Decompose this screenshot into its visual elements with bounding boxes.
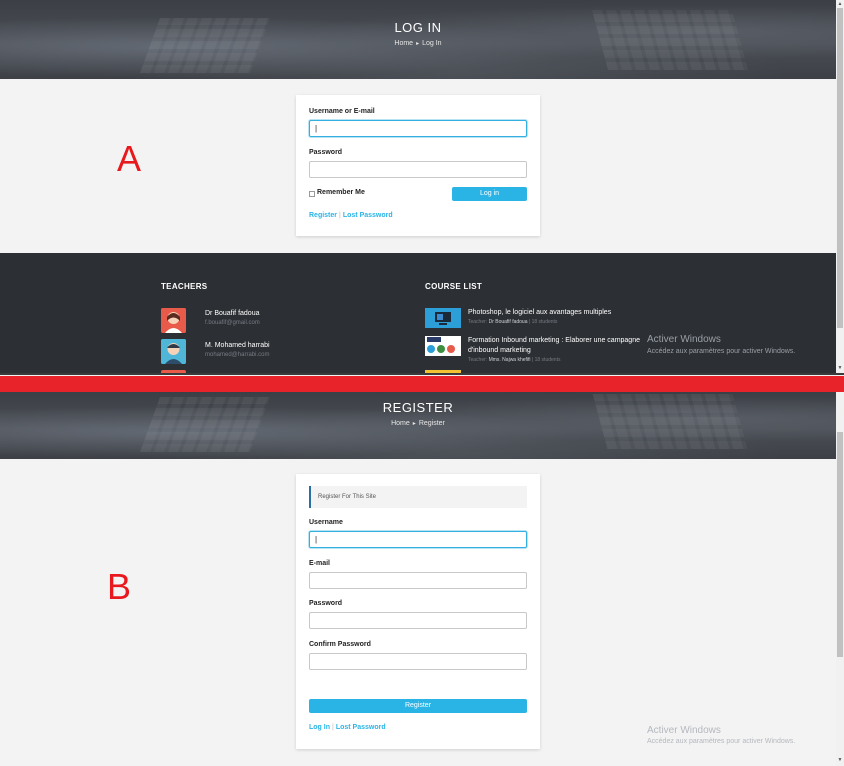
register-scrollbar[interactable]: ▼ [836,392,844,766]
course-title[interactable]: Formation Inbound marketing : Elaborer u… [468,336,658,356]
scrollbar-thumb[interactable] [837,8,843,328]
username-input[interactable]: | [309,531,527,548]
scroll-down-arrow-icon[interactable]: ▼ [836,756,844,764]
password-input[interactable] [309,612,527,629]
email-label: E-mail [309,560,331,567]
lost-password-link[interactable]: Lost Password [343,212,393,219]
confirm-password-input[interactable] [309,653,527,670]
teacher-name[interactable]: Dr Bouafif fadoua [205,310,259,317]
screenshot-divider-line [0,373,844,375]
link-separator: | [332,724,334,731]
breadcrumb-home-link[interactable]: Home [394,40,413,47]
course-teacher[interactable]: Dr Bouafif fadoua [489,319,528,325]
screenshot-divider-band [0,376,844,392]
register-form-card: Register For This Site Username | E-mail… [296,474,540,749]
register-button[interactable]: Register [309,699,527,713]
register-notice: Register For This Site [309,486,527,508]
email-input[interactable] [309,572,527,589]
course-meta: Teacher: Dr Bouafif fadoua | 18 students [468,319,558,325]
breadcrumb-home-link[interactable]: Home [391,420,410,427]
login-button[interactable]: Log in [452,187,527,201]
caret-right-icon: ▸ [412,421,416,427]
annotation-letter-a: A [117,138,142,179]
username-label: Username or E-mail [309,108,375,115]
scroll-up-arrow-icon[interactable]: ▲ [836,0,844,8]
teachers-heading: TEACHERS [161,282,208,291]
windows-activation-subtitle: Accédez aux paramètres pour activer Wind… [647,738,796,745]
register-screenshot: REGISTER Home ▸ Register B Register For Th… [0,392,836,766]
scrollbar-thumb[interactable] [837,432,843,657]
password-label: Password [309,149,343,156]
windows-activation-title: Activer Windows [647,725,721,736]
username-label: Username [309,519,343,526]
windows-activation-title: Activer Windows [647,334,721,345]
course-thumbnail[interactable] [425,308,461,328]
login-hero-banner: LOG IN Home ▸ Log In [0,0,836,79]
course-thumbnail[interactable] [425,336,461,356]
page-title: REGISTER [382,400,454,415]
windows-activation-subtitle: Accédez aux paramètres pour activer Wind… [647,348,796,355]
scroll-down-arrow-icon[interactable]: ▼ [836,364,844,372]
password-label: Password [309,600,343,607]
caret-right-icon: ▸ [416,41,420,47]
teacher-email: mohamed@harrabi.com [205,352,270,358]
breadcrumb: Home ▸ Log In [0,40,836,47]
course-teacher[interactable]: Mms. Najwa khefifi [489,357,531,363]
site-footer: TEACHERS Dr Bouafif fadoua f.bouafif@gma… [0,253,836,374]
register-hero-banner: REGISTER Home ▸ Register [0,392,836,459]
remember-me-label: Remember Me [317,189,365,196]
login-link[interactable]: Log In [309,724,330,731]
register-link[interactable]: Register [309,212,337,219]
confirm-password-label: Confirm Password [309,641,371,648]
password-input[interactable] [309,161,527,178]
page-title: LOG IN [394,20,442,35]
register-links: Log In | Lost Password [309,724,386,731]
link-separator: | [339,212,341,219]
course-list-heading: COURSE LIST [425,282,483,291]
login-screenshot: LOG IN Home ▸ Log In A Username or E-mail … [0,0,836,374]
breadcrumb-current: Register [418,420,445,427]
remember-me-checkbox[interactable] [309,191,315,197]
breadcrumb: Home ▸ Register [0,420,836,427]
course-title[interactable]: Photoshop, le logiciel aux avantages mul… [468,308,658,318]
teacher-email: f.bouafif@gmail.com [205,320,260,326]
username-input[interactable]: | [309,120,527,137]
login-form-card: Username or E-mail | Password Remember M… [296,95,540,236]
teacher-avatar[interactable] [161,308,186,333]
lost-password-link[interactable]: Lost Password [336,724,386,731]
breadcrumb-current: Log In [422,40,442,47]
login-links: Register | Lost Password [309,212,393,219]
teacher-avatar[interactable] [161,339,186,364]
annotation-letter-b: B [107,566,132,607]
teacher-name[interactable]: M. Mohamed harrabi [205,342,270,349]
login-scrollbar[interactable]: ▲ ▼ [836,0,844,374]
course-meta: Teacher: Mms. Najwa khefifi | 18 student… [468,357,561,363]
